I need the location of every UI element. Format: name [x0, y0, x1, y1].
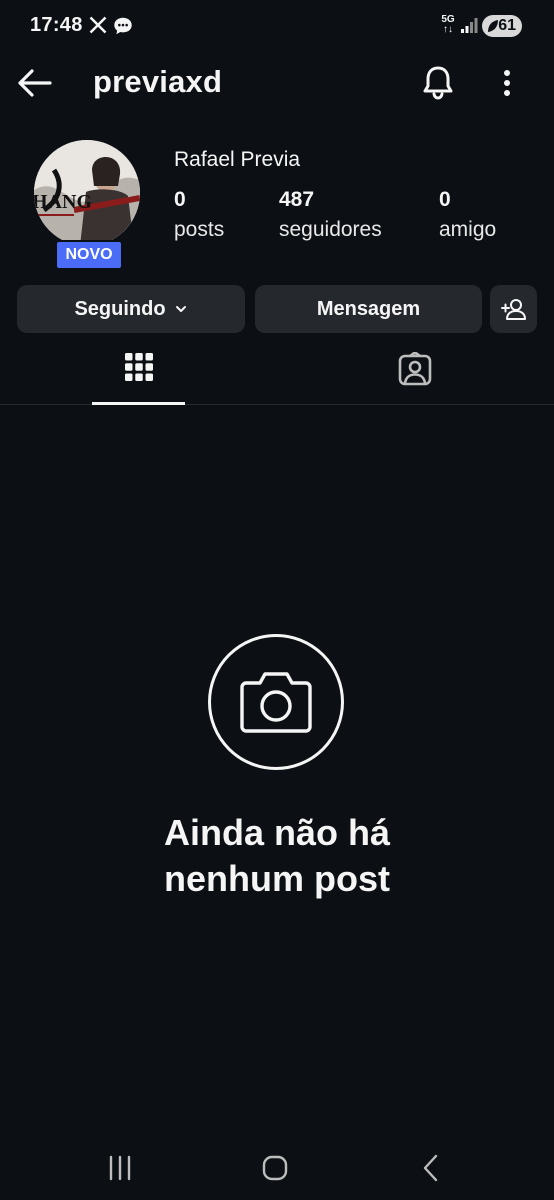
stat-posts[interactable]: 0 posts: [174, 188, 224, 242]
profile-section: HANG NOVO Rafael Previa 0 posts 487 segu…: [0, 136, 554, 270]
x-icon: [89, 16, 107, 34]
grid-icon: [125, 353, 153, 381]
system-nav-bar: [0, 1136, 554, 1200]
active-tab-indicator: [92, 402, 185, 405]
home-icon[interactable]: [255, 1150, 295, 1186]
stat-value: 487: [279, 188, 315, 211]
empty-title-line1: Ainda não há: [163, 812, 391, 853]
message-button[interactable]: Mensagem: [255, 285, 482, 333]
display-name: Rafael Previa: [174, 148, 301, 171]
tab-tagged[interactable]: [369, 340, 462, 404]
nav-back-icon[interactable]: [410, 1150, 450, 1186]
bell-icon[interactable]: [418, 62, 458, 102]
avatar-artwork: HANG: [34, 140, 140, 246]
camera-circle: [208, 634, 344, 770]
more-vertical-icon[interactable]: [492, 64, 522, 102]
camera-icon: [240, 672, 312, 733]
message-label: Mensagem: [316, 297, 421, 320]
stat-value: 0: [439, 188, 451, 211]
recents-icon[interactable]: [100, 1150, 140, 1186]
profile-header: previaxd: [0, 52, 554, 114]
username-title: previaxd: [93, 64, 223, 99]
status-time: 17:48: [30, 14, 83, 36]
profile-tabs: [0, 340, 554, 405]
avatar-logo-text: HANG: [34, 191, 92, 213]
back-arrow-icon[interactable]: [14, 64, 56, 102]
network-5g-icon: 5G ↑↓: [441, 14, 455, 35]
status-bar: 17:48 5G ↑↓ 61: [0, 0, 554, 52]
tab-posts-grid[interactable]: [92, 340, 185, 404]
chevron-down-icon: [175, 306, 186, 312]
battery-icon: 61: [482, 15, 522, 37]
add-person-icon: [500, 299, 526, 320]
stat-label: posts: [174, 218, 225, 241]
stat-friends[interactable]: 0 amigo: [439, 188, 496, 242]
tagged-icon: [398, 352, 432, 386]
battery-level: 61: [498, 17, 516, 34]
add-friend-button[interactable]: [490, 285, 537, 333]
empty-state-title: Ainda não há nenhum post: [0, 810, 554, 902]
signal-icon: [461, 18, 478, 33]
stat-value: 0: [174, 188, 186, 211]
stat-label: amigo: [439, 218, 497, 241]
following-label: Seguindo: [74, 297, 166, 320]
stat-followers[interactable]: 487 seguidores: [279, 188, 382, 242]
leaf-icon: [488, 20, 498, 32]
network-label: 5G: [441, 14, 455, 25]
avatar[interactable]: HANG NOVO: [34, 140, 142, 270]
chat-icon: [114, 17, 132, 35]
profile-actions: Seguindo Mensagem: [0, 285, 554, 335]
following-button[interactable]: Seguindo: [17, 285, 245, 333]
stat-label: seguidores: [279, 218, 382, 241]
new-badge: NOVO: [55, 240, 123, 270]
avatar-image: HANG: [34, 140, 140, 246]
empty-title-line2: nenhum post: [164, 858, 390, 899]
